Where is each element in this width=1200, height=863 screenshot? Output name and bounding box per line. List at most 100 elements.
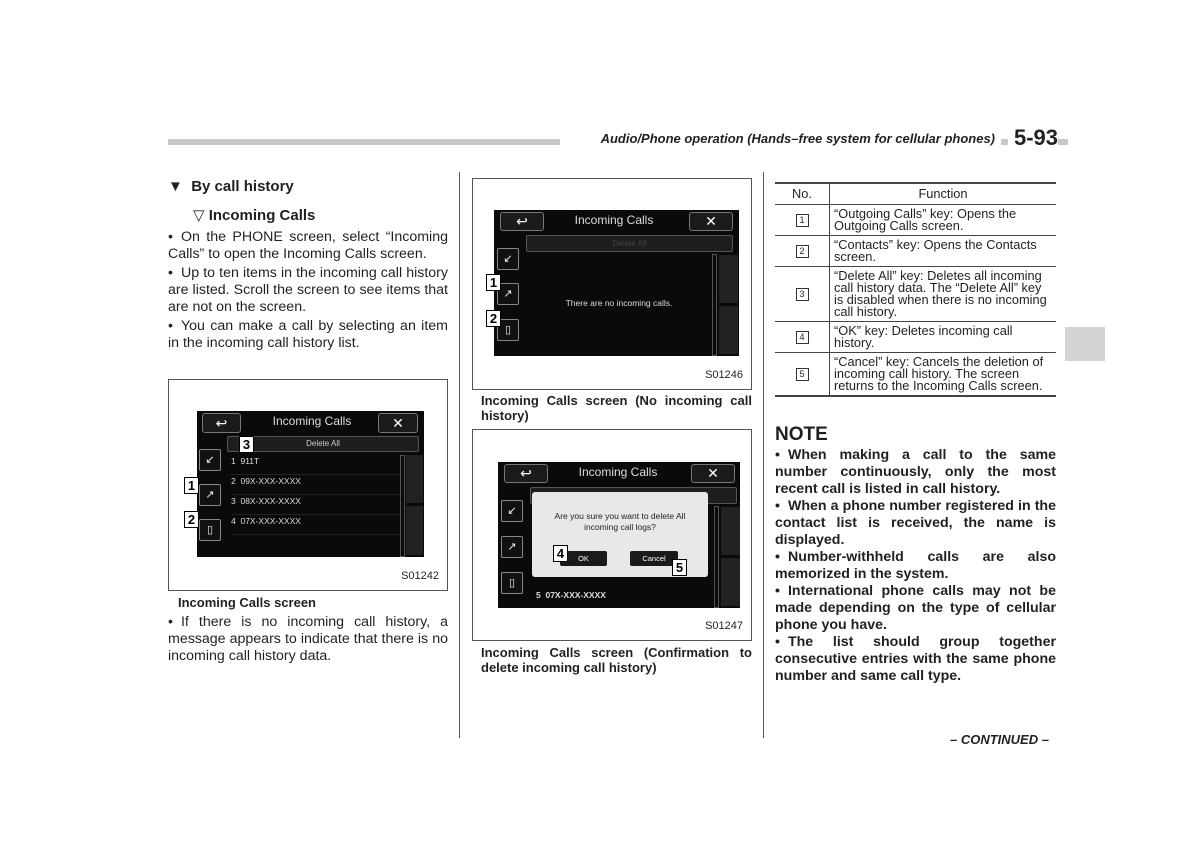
figure-caption: Incoming Calls screen (No incoming call … xyxy=(481,393,752,423)
close-button[interactable]: ✕ xyxy=(378,413,418,433)
call-list-item[interactable]: 1 911T xyxy=(231,456,401,475)
back-arrow-icon: ↩ xyxy=(516,213,528,229)
function-text: “Cancel” key: Cancels the deletion of in… xyxy=(829,352,1056,397)
car-screen: ↩ Incoming Calls ✕ Delete All ↙ ↗ ▯ 1 91… xyxy=(197,411,424,557)
incoming-calls-key[interactable]: ↙ xyxy=(199,449,221,471)
outline-triangle-icon: ▽ xyxy=(193,207,205,224)
close-icon: ✕ xyxy=(707,465,719,481)
scrollbar[interactable] xyxy=(400,455,405,557)
body-text: If there is no incoming call history, a … xyxy=(168,614,448,665)
back-arrow-icon: ↩ xyxy=(215,415,228,431)
outgoing-calls-key[interactable]: ↗ xyxy=(501,536,523,558)
phone-device-icon: ▯ xyxy=(508,577,516,589)
callout-2: 2 xyxy=(184,511,199,528)
scroll-down-button[interactable] xyxy=(406,506,423,555)
table-row: 4 “OK” key: Deletes incoming call histor… xyxy=(775,321,1056,353)
close-icon: ✕ xyxy=(705,213,717,229)
close-button[interactable]: ✕ xyxy=(691,464,735,483)
callout-2: 2 xyxy=(486,310,501,327)
callout-1: 1 xyxy=(184,477,199,494)
back-button[interactable]: ↩ xyxy=(500,212,544,231)
back-button[interactable]: ↩ xyxy=(202,413,241,433)
note-list: When making a call to the same number co… xyxy=(775,447,1056,685)
heading: ▼ By call history xyxy=(168,178,294,195)
column-divider xyxy=(459,172,460,738)
note-item: International phone calls may not be mad… xyxy=(775,583,1056,634)
chapter-tab xyxy=(1065,327,1105,361)
incoming-call-icon: ↙ xyxy=(507,505,517,517)
incoming-call-icon: ↙ xyxy=(503,253,513,265)
page-number: 5-93 xyxy=(1008,125,1059,151)
header-function: Function xyxy=(829,182,1056,205)
phone-device-icon: ▯ xyxy=(504,324,512,336)
scroll-up-button[interactable] xyxy=(406,455,423,503)
delete-all-button[interactable]: Delete All xyxy=(227,436,419,452)
function-table: No. Function 1 “Outgoing Calls” key: Ope… xyxy=(775,182,1056,397)
close-button[interactable]: ✕ xyxy=(689,212,733,231)
column-divider xyxy=(763,172,764,738)
continued-label: – CONTINUED – xyxy=(950,732,1049,747)
car-screen: ↩ Incoming Calls ✕ Delete All ↙ ↗ ▯ Ther… xyxy=(494,210,739,356)
function-text: “Outgoing Calls” key: Opens the Outgoing… xyxy=(829,204,1056,236)
car-screen: ↩ Incoming Calls ✕ Delete All ↙ ↗ ▯ 5 07… xyxy=(498,462,740,608)
table-row: 2 “Contacts” key: Opens the Contacts scr… xyxy=(775,235,1056,267)
scroll-up-button[interactable] xyxy=(721,507,740,555)
cancel-button[interactable]: Cancel xyxy=(630,551,678,566)
call-list-item[interactable]: 3 08X-XXX-XXXX xyxy=(231,496,401,515)
call-list-item[interactable]: 4 07X-XXX-XXXX xyxy=(231,516,401,535)
callout-1: 1 xyxy=(486,274,501,291)
call-list-item[interactable]: 5 07X-XXX-XXXX xyxy=(536,590,706,604)
outgoing-calls-key[interactable]: ↗ xyxy=(199,484,221,506)
scroll-down-button[interactable] xyxy=(721,558,740,606)
bullet-item: Up to ten items in the incoming call his… xyxy=(168,265,448,316)
incoming-call-icon: ↙ xyxy=(205,454,215,466)
contacts-key[interactable]: ▯ xyxy=(501,572,523,594)
scrollbar[interactable] xyxy=(714,506,719,608)
empty-message: There are no incoming calls. xyxy=(565,298,673,308)
figure-caption: Incoming Calls screen xyxy=(178,595,316,610)
body-text: On the PHONE screen, select “Incoming Ca… xyxy=(168,229,448,352)
phone-device-icon: ▯ xyxy=(206,524,214,536)
function-text: “OK” key: Deletes incoming call history. xyxy=(829,321,1056,353)
call-list-item[interactable]: 2 09X-XXX-XXXX xyxy=(231,476,401,495)
figure-caption: Incoming Calls screen (Confirmation to d… xyxy=(481,645,752,675)
note-item: Number-withheld calls are also memorized… xyxy=(775,549,1056,583)
back-button[interactable]: ↩ xyxy=(504,464,548,483)
outgoing-call-icon: ↗ xyxy=(205,489,215,501)
bullet-item: You can make a call by selecting an item… xyxy=(168,318,448,352)
incoming-calls-key[interactable]: ↙ xyxy=(497,248,519,270)
delete-all-button-disabled[interactable]: Delete All xyxy=(526,235,733,252)
callout-5: 5 xyxy=(672,559,687,576)
table-header-row: No. Function xyxy=(775,182,1056,205)
header-no: No. xyxy=(775,182,830,205)
figure-id: S01242 xyxy=(401,570,439,582)
number-badge: 4 xyxy=(795,331,809,344)
number-badge: 3 xyxy=(795,288,809,301)
figure-delete-confirmation: ↩ Incoming Calls ✕ Delete All ↙ ↗ ▯ 5 07… xyxy=(472,429,752,641)
subheading: ▽ Incoming Calls xyxy=(193,207,316,224)
number-badge: 5 xyxy=(795,368,809,381)
scrollbar[interactable] xyxy=(712,254,717,356)
number-badge: 1 xyxy=(795,214,809,227)
note-item: When making a call to the same number co… xyxy=(775,447,1056,498)
callout-3: 3 xyxy=(239,436,254,453)
scroll-down-button[interactable] xyxy=(719,306,738,354)
incoming-calls-key[interactable]: ↙ xyxy=(501,500,523,522)
screen-title: Incoming Calls xyxy=(272,414,352,428)
table-row: 1 “Outgoing Calls” key: Opens the Outgoi… xyxy=(775,204,1056,236)
filled-triangle-icon: ▼ xyxy=(168,178,183,195)
figure-incoming-calls: ↩ Incoming Calls ✕ Delete All ↙ ↗ ▯ 1 91… xyxy=(168,379,448,591)
table-row: 5 “Cancel” key: Cancels the deletion of … xyxy=(775,352,1056,397)
contacts-key[interactable]: ▯ xyxy=(199,519,221,541)
note-title: NOTE xyxy=(775,424,828,445)
note-item: The list should group together consecuti… xyxy=(775,634,1056,685)
figure-no-incoming-calls: ↩ Incoming Calls ✕ Delete All ↙ ↗ ▯ Ther… xyxy=(472,178,752,390)
bullet-item: If there is no incoming call history, a … xyxy=(168,614,448,665)
close-icon: ✕ xyxy=(392,415,404,431)
function-text: “Contacts” key: Opens the Contacts scree… xyxy=(829,235,1056,267)
figure-id: S01246 xyxy=(705,369,743,381)
outgoing-call-icon: ↗ xyxy=(507,541,517,553)
scroll-up-button[interactable] xyxy=(719,255,738,303)
number-badge: 2 xyxy=(795,245,809,258)
note-item: When a phone number registered in the co… xyxy=(775,498,1056,549)
